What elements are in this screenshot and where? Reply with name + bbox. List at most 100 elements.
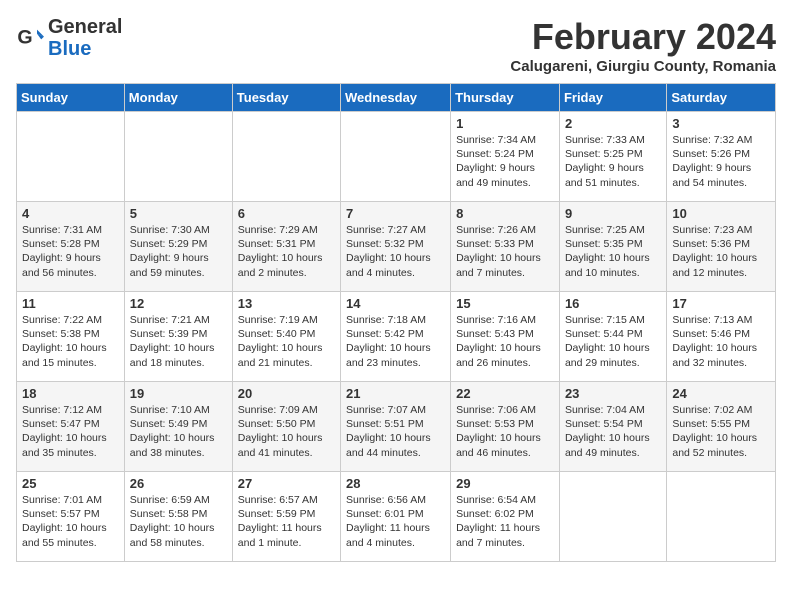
day-info: Sunrise: 7:29 AM Sunset: 5:31 PM Dayligh… — [238, 223, 335, 280]
logo-icon: G — [16, 24, 44, 52]
table-row: 22 Sunrise: 7:06 AM Sunset: 5:53 PM Dayli… — [451, 382, 560, 472]
day-number: 13 — [238, 296, 335, 311]
col-thursday: Thursday — [451, 84, 560, 112]
day-number: 4 — [22, 206, 119, 221]
day-number: 17 — [672, 296, 770, 311]
table-row: 12 Sunrise: 7:21 AM Sunset: 5:39 PM Dayli… — [124, 292, 232, 382]
day-number: 20 — [238, 386, 335, 401]
table-row — [17, 112, 125, 202]
table-row: 13 Sunrise: 7:19 AM Sunset: 5:40 PM Dayli… — [232, 292, 340, 382]
table-row — [232, 112, 340, 202]
table-row: 15 Sunrise: 7:16 AM Sunset: 5:43 PM Dayli… — [451, 292, 560, 382]
day-number: 12 — [130, 296, 227, 311]
day-info: Sunrise: 7:06 AM Sunset: 5:53 PM Dayligh… — [456, 403, 554, 460]
day-number: 23 — [565, 386, 661, 401]
table-row: 28 Sunrise: 6:56 AM Sunset: 6:01 PM Dayli… — [341, 472, 451, 562]
day-info: Sunrise: 6:54 AM Sunset: 6:02 PM Dayligh… — [456, 493, 554, 550]
table-row: 5 Sunrise: 7:30 AM Sunset: 5:29 PM Daylig… — [124, 202, 232, 292]
table-row: 27Sunrise: 6:57 AM Sunset: 5:59 PM Dayli… — [232, 472, 340, 562]
day-info: Sunrise: 7:23 AM Sunset: 5:36 PM Dayligh… — [672, 223, 770, 280]
day-number: 18 — [22, 386, 119, 401]
table-row: 8Sunrise: 7:26 AM Sunset: 5:33 PM Daylig… — [451, 202, 560, 292]
day-info: Sunrise: 7:04 AM Sunset: 5:54 PM Dayligh… — [565, 403, 661, 460]
day-info: Sunrise: 6:59 AM Sunset: 5:58 PM Dayligh… — [130, 493, 227, 550]
day-number: 5 — [130, 206, 227, 221]
day-number: 1 — [456, 116, 554, 131]
day-number: 7 — [346, 206, 445, 221]
day-number: 29 — [456, 476, 554, 491]
day-info: Sunrise: 7:19 AM Sunset: 5:40 PM Dayligh… — [238, 313, 335, 370]
table-row — [124, 112, 232, 202]
calendar-week-row: 11Sunrise: 7:22 AM Sunset: 5:38 PM Dayli… — [17, 292, 776, 382]
table-row: 25 Sunrise: 7:01 AM Sunset: 5:57 PM Dayli… — [17, 472, 125, 562]
day-number: 15 — [456, 296, 554, 311]
table-row: 14 Sunrise: 7:18 AM Sunset: 5:42 PM Dayli… — [341, 292, 451, 382]
table-row: 2Sunrise: 7:33 AM Sunset: 5:25 PM Daylig… — [559, 112, 666, 202]
day-number: 19 — [130, 386, 227, 401]
calendar-table: Sunday Monday Tuesday Wednesday Thursday… — [16, 83, 776, 562]
day-info: Sunrise: 7:09 AM Sunset: 5:50 PM Dayligh… — [238, 403, 335, 460]
table-row: 26 Sunrise: 6:59 AM Sunset: 5:58 PM Dayli… — [124, 472, 232, 562]
table-row: 3 Sunrise: 7:32 AM Sunset: 5:26 PM Daylig… — [667, 112, 776, 202]
col-saturday: Saturday — [667, 84, 776, 112]
table-row: 6Sunrise: 7:29 AM Sunset: 5:31 PM Daylig… — [232, 202, 340, 292]
day-number: 9 — [565, 206, 661, 221]
day-info: Sunrise: 7:07 AM Sunset: 5:51 PM Dayligh… — [346, 403, 445, 460]
day-info: Sunrise: 7:16 AM Sunset: 5:43 PM Dayligh… — [456, 313, 554, 370]
logo-blue: Blue — [48, 38, 122, 60]
col-friday: Friday — [559, 84, 666, 112]
table-row: 19 Sunrise: 7:10 AM Sunset: 5:49 PM Dayli… — [124, 382, 232, 472]
day-info: Sunrise: 7:32 AM Sunset: 5:26 PM Dayligh… — [672, 133, 770, 190]
day-info: Sunrise: 7:33 AM Sunset: 5:25 PM Dayligh… — [565, 133, 661, 190]
day-number: 16 — [565, 296, 661, 311]
day-number: 22 — [456, 386, 554, 401]
calendar-header-row: Sunday Monday Tuesday Wednesday Thursday… — [17, 84, 776, 112]
day-info: Sunrise: 7:30 AM Sunset: 5:29 PM Dayligh… — [130, 223, 227, 280]
page-header: G General Blue February 2024 Calugareni,… — [16, 16, 776, 75]
day-info: Sunrise: 7:34 AM Sunset: 5:24 PM Dayligh… — [456, 133, 554, 190]
col-tuesday: Tuesday — [232, 84, 340, 112]
table-row: 16 Sunrise: 7:15 AM Sunset: 5:44 PM Dayli… — [559, 292, 666, 382]
calendar-week-row: 1 Sunrise: 7:34 AM Sunset: 5:24 PM Daylig… — [17, 112, 776, 202]
day-number: 25 — [22, 476, 119, 491]
day-info: Sunrise: 7:22 AM Sunset: 5:38 PM Dayligh… — [22, 313, 119, 370]
col-wednesday: Wednesday — [341, 84, 451, 112]
day-number: 21 — [346, 386, 445, 401]
day-info: Sunrise: 7:25 AM Sunset: 5:35 PM Dayligh… — [565, 223, 661, 280]
day-info: Sunrise: 7:26 AM Sunset: 5:33 PM Dayligh… — [456, 223, 554, 280]
table-row: 23 Sunrise: 7:04 AM Sunset: 5:54 PM Dayli… — [559, 382, 666, 472]
day-number: 26 — [130, 476, 227, 491]
day-info: Sunrise: 7:21 AM Sunset: 5:39 PM Dayligh… — [130, 313, 227, 370]
table-row: 21 Sunrise: 7:07 AM Sunset: 5:51 PM Dayli… — [341, 382, 451, 472]
title-block: February 2024 Calugareni, Giurgiu County… — [510, 16, 776, 75]
table-row: 9 Sunrise: 7:25 AM Sunset: 5:35 PM Daylig… — [559, 202, 666, 292]
day-number: 10 — [672, 206, 770, 221]
calendar-week-row: 18 Sunrise: 7:12 AM Sunset: 5:47 PM Dayli… — [17, 382, 776, 472]
day-info: Sunrise: 7:15 AM Sunset: 5:44 PM Dayligh… — [565, 313, 661, 370]
day-info: Sunrise: 7:13 AM Sunset: 5:46 PM Dayligh… — [672, 313, 770, 370]
table-row — [559, 472, 666, 562]
day-info: Sunrise: 7:02 AM Sunset: 5:55 PM Dayligh… — [672, 403, 770, 460]
day-number: 27 — [238, 476, 335, 491]
calendar-week-row: 25 Sunrise: 7:01 AM Sunset: 5:57 PM Dayli… — [17, 472, 776, 562]
day-number: 14 — [346, 296, 445, 311]
calendar-week-row: 4Sunrise: 7:31 AM Sunset: 5:28 PM Daylig… — [17, 202, 776, 292]
day-info: Sunrise: 7:27 AM Sunset: 5:32 PM Dayligh… — [346, 223, 445, 280]
table-row: 4Sunrise: 7:31 AM Sunset: 5:28 PM Daylig… — [17, 202, 125, 292]
day-info: Sunrise: 7:12 AM Sunset: 5:47 PM Dayligh… — [22, 403, 119, 460]
day-info: Sunrise: 6:56 AM Sunset: 6:01 PM Dayligh… — [346, 493, 445, 550]
table-row: 24Sunrise: 7:02 AM Sunset: 5:55 PM Dayli… — [667, 382, 776, 472]
table-row: 29 Sunrise: 6:54 AM Sunset: 6:02 PM Dayli… — [451, 472, 560, 562]
day-info: Sunrise: 7:18 AM Sunset: 5:42 PM Dayligh… — [346, 313, 445, 370]
day-number: 28 — [346, 476, 445, 491]
table-row: 11Sunrise: 7:22 AM Sunset: 5:38 PM Dayli… — [17, 292, 125, 382]
table-row: 20 Sunrise: 7:09 AM Sunset: 5:50 PM Dayli… — [232, 382, 340, 472]
table-row: 17 Sunrise: 7:13 AM Sunset: 5:46 PM Dayli… — [667, 292, 776, 382]
day-info: Sunrise: 7:10 AM Sunset: 5:49 PM Dayligh… — [130, 403, 227, 460]
table-row: 18 Sunrise: 7:12 AM Sunset: 5:47 PM Dayli… — [17, 382, 125, 472]
logo-general: General — [48, 16, 122, 38]
month-title: February 2024 — [510, 16, 776, 58]
table-row — [341, 112, 451, 202]
day-number: 3 — [672, 116, 770, 131]
day-info: Sunrise: 7:01 AM Sunset: 5:57 PM Dayligh… — [22, 493, 119, 550]
